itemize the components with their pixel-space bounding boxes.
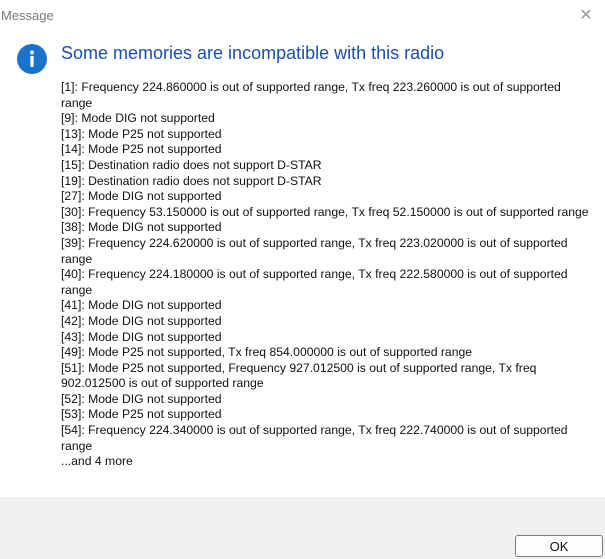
message-item: [52]: Mode DIG not supported — [61, 391, 222, 406]
window-title: Message — [1, 8, 54, 23]
info-icon-glyph — [30, 50, 34, 67]
dialog-heading: Some memories are incompatible with this… — [61, 43, 445, 63]
title-bar: Message ✕ — [0, 0, 605, 30]
message-item: [53]: Mode P25 not supported — [61, 407, 222, 422]
close-icon: ✕ — [579, 7, 593, 24]
message-item: [40]: Frequency 224.180000 is out of sup… — [61, 267, 568, 297]
message-item: [9]: Mode DIG not supported — [61, 111, 215, 126]
message-item: [42]: Mode DIG not supported — [61, 313, 222, 328]
message-item: [30]: Frequency 53.150000 is out of supp… — [61, 204, 589, 219]
message-item: [49]: Mode P25 not supported, Tx freq 85… — [61, 345, 473, 360]
message-item: [15]: Destination radio does not support… — [61, 157, 322, 172]
message-item: [19]: Destination radio does not support… — [61, 173, 322, 188]
message-item: [54]: Frequency 224.340000 is out of sup… — [61, 423, 568, 453]
message-item: [39]: Frequency 224.620000 is out of sup… — [61, 235, 568, 266]
message-item: [14]: Mode P25 not supported — [61, 142, 222, 157]
close-button[interactable]: ✕ — [567, 0, 605, 30]
ok-button[interactable]: OK — [515, 535, 603, 557]
message-item: ...and 4 more — [61, 454, 133, 469]
message-item: [13]: Mode P25 not supported — [61, 126, 222, 141]
message-item: [51]: Mode P25 not supported, Frequency … — [61, 360, 537, 391]
message-item: [1]: Frequency 224.860000 is out of supp… — [61, 80, 561, 110]
message-list: [1]: Frequency 224.860000 is out of supp… — [61, 80, 591, 470]
dialog-footer: OK — [0, 497, 605, 559]
dialog-content: Some memories are incompatible with this… — [0, 30, 605, 497]
message-item: [27]: Mode DIG not supported — [61, 189, 222, 204]
info-icon — [17, 44, 47, 74]
message-item: [41]: Mode DIG not supported — [61, 298, 222, 313]
message-item: [43]: Mode DIG not supported — [61, 329, 222, 344]
message-item: [38]: Mode DIG not supported — [61, 220, 222, 235]
